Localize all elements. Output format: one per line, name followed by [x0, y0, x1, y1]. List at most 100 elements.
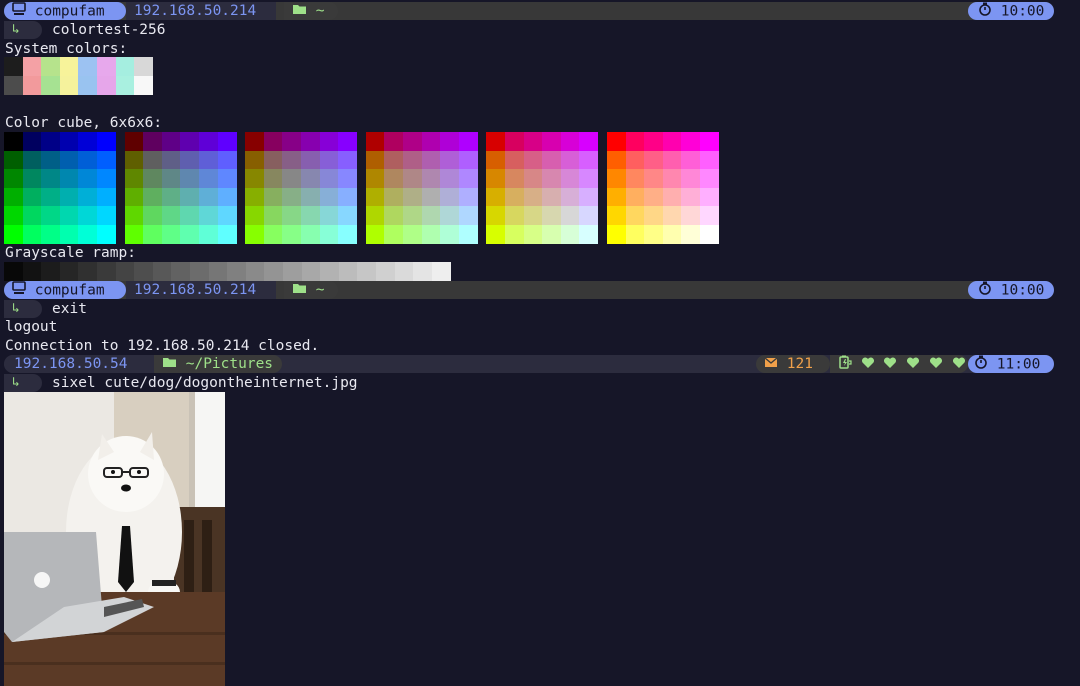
grayscale-swatch [22, 262, 42, 281]
system-color-swatch [134, 76, 154, 95]
battery-charging-icon [838, 355, 852, 374]
grayscale-swatch [59, 262, 79, 281]
grayscale-swatch [190, 262, 209, 281]
clock-segment: 10:00 [968, 2, 1054, 20]
color-cube-swatch [59, 150, 79, 170]
grayscale-swatch [171, 262, 191, 281]
command-line-2: exit [52, 301, 87, 317]
color-cube-swatch [625, 187, 645, 207]
color-cube-swatch [301, 169, 320, 188]
prompt-arrow: ↳ [4, 374, 42, 392]
grayscale-swatch [152, 262, 172, 281]
ip-label: 192.168.50.54 [14, 356, 128, 372]
color-cube-swatch [161, 187, 181, 207]
grayscale-swatch [115, 262, 135, 281]
color-cube-swatch [22, 132, 42, 151]
host-label: compufam [34, 282, 105, 299]
color-cube-swatch [458, 150, 478, 170]
color-cube-swatch [700, 224, 719, 244]
grayscale-swatch [208, 262, 228, 281]
status-bar-2: compufam 192.168.50.214 ~ 10:00 [4, 281, 1054, 299]
color-cube-swatch [607, 169, 626, 188]
system-color-swatch [22, 76, 42, 95]
color-cube-swatch [124, 150, 144, 170]
color-cube-swatch [59, 206, 79, 225]
color-cube-swatch [78, 132, 98, 151]
color-cube-swatch [607, 206, 626, 225]
color-cube-swatch [700, 169, 719, 188]
color-cube-swatch [180, 206, 200, 225]
color-cube-swatch [403, 132, 422, 151]
color-cube-swatch [319, 187, 339, 207]
heart-icon [906, 356, 920, 374]
folder-icon [162, 355, 177, 373]
color-cube-swatch [625, 132, 645, 151]
color-cube-swatch [365, 187, 385, 207]
ip-segment: 192.168.50.54 [4, 355, 154, 373]
color-cube-swatch [523, 169, 543, 188]
color-cube-swatch [97, 206, 116, 225]
color-cube-swatch [78, 224, 98, 244]
color-cube-swatch [263, 150, 283, 170]
color-cube-swatch [458, 132, 478, 151]
grayscale-swatch [394, 262, 414, 281]
dog-image [4, 392, 225, 686]
color-cube-swatch [421, 132, 441, 151]
color-cube-swatch [384, 132, 404, 151]
grayscale-swatch [301, 262, 321, 281]
color-cube-swatch [319, 206, 339, 225]
color-cube-swatch [384, 169, 404, 188]
color-cube-swatch [384, 206, 404, 225]
mail-segment: 121 [756, 355, 830, 373]
system-color-swatch [59, 57, 79, 76]
status-bar-1: compufam 192.168.50.214 ~ 10:00 [4, 2, 1054, 20]
color-cube-swatch [22, 150, 42, 170]
color-cube-swatch [338, 132, 358, 151]
color-cube-swatch [263, 132, 283, 151]
color-cube-swatch [403, 224, 422, 244]
color-cube-swatch [338, 187, 358, 207]
color-cube-swatch [301, 224, 320, 244]
grayscale-swatch [264, 262, 284, 281]
status-bar-3: 192.168.50.54 ~/Pictures 121 11:00 [4, 355, 1054, 373]
color-cube-swatch [78, 187, 98, 207]
color-cube-swatch [523, 150, 543, 170]
color-cube-swatch [607, 150, 626, 170]
color-cube-swatch [579, 187, 599, 207]
color-cube-swatch [282, 224, 302, 244]
color-cube-swatch [505, 206, 524, 225]
color-cube-swatch [625, 169, 645, 188]
ip-label: 192.168.50.214 [134, 3, 257, 19]
color-cube-swatch [384, 150, 404, 170]
color-cube-swatch [245, 169, 265, 188]
stopwatch-icon [978, 2, 992, 21]
color-cube-swatch [644, 206, 664, 225]
color-cube-swatch [440, 224, 460, 244]
color-cube-swatch [440, 132, 460, 151]
color-cube-swatch [505, 169, 524, 188]
grayscale-swatch [134, 262, 154, 281]
color-cube-swatch [505, 224, 524, 244]
color-cube-swatch [263, 206, 283, 225]
color-cube-swatch [662, 187, 682, 207]
color-cube-swatch [384, 224, 404, 244]
color-cube-swatch [421, 206, 441, 225]
color-cube-swatch [681, 132, 701, 151]
color-cube-swatch [365, 224, 385, 244]
dir-label: ~/Pictures [185, 356, 274, 372]
color-cube-swatch [161, 132, 181, 151]
color-cube-swatch [365, 132, 385, 151]
color-cube-swatch [180, 224, 200, 244]
color-cube-swatch [319, 132, 339, 151]
color-cube-swatch [124, 132, 144, 151]
system-color-swatch [22, 57, 42, 76]
color-cube-swatch [523, 187, 543, 207]
system-color-swatch [115, 57, 135, 76]
color-cube-swatch [700, 187, 719, 207]
system-color-swatch [134, 57, 154, 76]
color-cube-swatch [301, 187, 320, 207]
color-cube-swatch [403, 187, 422, 207]
color-cube-swatch [4, 187, 23, 207]
color-cube-swatch [365, 150, 385, 170]
color-cube-swatch [41, 187, 61, 207]
